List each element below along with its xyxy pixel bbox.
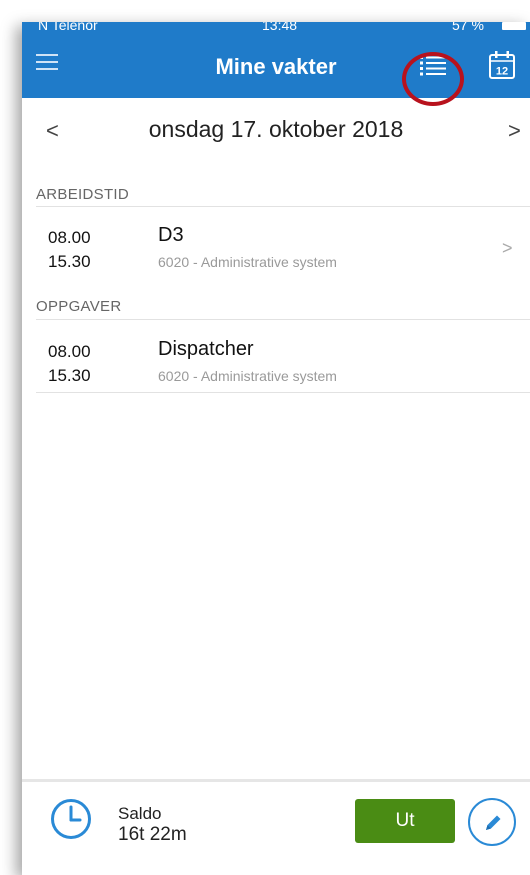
next-day-button[interactable]: > — [508, 118, 521, 144]
task-end-time: 15.30 — [48, 366, 91, 385]
shift-detail: 6020 - Administrative system — [158, 254, 337, 270]
app-screen: N Telenor 13:48 57 % Mine vakter 12 < on… — [22, 22, 530, 875]
saldo-label: Saldo — [118, 804, 162, 823]
task-row-dispatcher[interactable]: 08.00 15.30 Dispatcher 6020 - Administra… — [36, 332, 530, 396]
divider — [36, 392, 530, 393]
shift-row-d3[interactable]: 08.00 15.30 D3 6020 - Administrative sys… — [36, 218, 530, 282]
battery-percent: 57 % — [452, 22, 484, 33]
footer-divider — [22, 779, 530, 782]
clock-icon[interactable] — [50, 798, 92, 840]
chevron-right-icon: > — [502, 238, 513, 258]
section-title-oppgaver: OPPGAVER — [36, 298, 122, 315]
date-navigator: < onsdag 17. oktober 2018 > — [22, 98, 530, 164]
calendar-icon[interactable]: 12 — [488, 50, 516, 80]
clock-out-button[interactable]: Ut — [355, 799, 455, 843]
saldo-value: 16t 22m — [118, 824, 187, 845]
clock-time: 13:48 — [262, 22, 298, 33]
divider — [36, 206, 530, 207]
section-title-arbeidstid: ARBEIDSTID — [36, 186, 130, 203]
task-name: Dispatcher — [158, 338, 254, 360]
current-date: onsdag 17. oktober 2018 — [148, 116, 404, 142]
pencil-icon — [486, 815, 501, 830]
shift-name: D3 — [158, 224, 184, 246]
battery-icon — [502, 22, 526, 30]
edit-button[interactable] — [468, 798, 516, 846]
carrier-label: N Telenor — [38, 22, 98, 33]
status-bar: N Telenor 13:48 57 % — [22, 22, 530, 36]
task-start-time: 08.00 — [48, 342, 91, 361]
calendar-day-number: 12 — [496, 66, 508, 78]
task-detail: 6020 - Administrative system — [158, 368, 337, 384]
shift-end-time: 15.30 — [48, 252, 91, 271]
divider — [36, 319, 530, 320]
shift-start-time: 08.00 — [48, 228, 91, 247]
